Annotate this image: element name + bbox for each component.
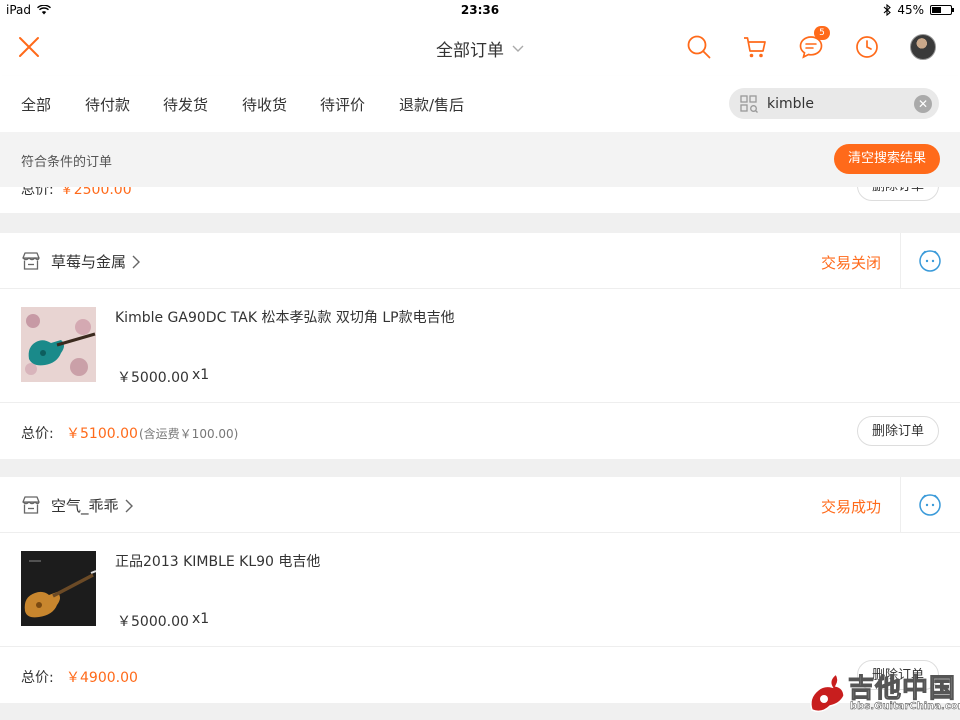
- chat-seller-icon[interactable]: [918, 493, 942, 517]
- tab-pending-shipment[interactable]: 待发货: [163, 94, 208, 115]
- watermark: 吉他中国 bbs.GuitarChina.com: [806, 668, 960, 716]
- tab-all[interactable]: 全部: [21, 94, 51, 115]
- shop-link[interactable]: 草莓与金属: [51, 251, 141, 272]
- tab-pending-receipt[interactable]: 待收货: [242, 94, 287, 115]
- messages-button[interactable]: 5: [794, 26, 830, 62]
- order-status: 交易关闭: [821, 254, 882, 272]
- product-quantity: x1: [192, 611, 210, 627]
- watermark-url: bbs.GuitarChina.com: [850, 701, 960, 712]
- order-card-partial: 总价: ￥2500.00 删除订单: [0, 187, 960, 213]
- nav-bar: 全部订单 5: [0, 20, 960, 76]
- product-quantity: x1: [192, 367, 210, 383]
- search-icon: [687, 35, 711, 59]
- result-label: 符合条件的订单: [21, 155, 113, 170]
- delete-order-button[interactable]: 删除订单: [857, 187, 939, 201]
- product-thumbnail: [21, 307, 96, 382]
- tab-pending-payment[interactable]: 待付款: [85, 94, 130, 115]
- shop-name: 草莓与金属: [51, 253, 127, 271]
- page-title: 全部订单: [436, 41, 504, 61]
- shop-name: 空气_乖乖: [51, 497, 119, 515]
- product-price: ￥5000.00: [117, 614, 189, 630]
- order-status: 交易成功: [821, 498, 882, 516]
- search-result-bar: 符合条件的订单: [0, 132, 960, 187]
- tab-refund-aftersale[interactable]: 退款/售后: [399, 94, 464, 115]
- order-filter-dropdown[interactable]: 全部订单: [436, 36, 524, 61]
- cart-button[interactable]: [738, 32, 772, 62]
- clock: 23:36: [460, 3, 500, 17]
- shop-link[interactable]: 空气_乖乖: [51, 495, 133, 516]
- product-title: Kimble GA90DC TAK 松本孝弘款 双切角 LP款电吉他: [115, 310, 455, 326]
- shipping-fee: (含运费￥100.00): [139, 427, 239, 441]
- chat-seller-icon[interactable]: [918, 249, 942, 273]
- bluetooth-icon: [883, 4, 892, 16]
- search-input[interactable]: kimble: [767, 96, 914, 112]
- chevron-right-icon: [125, 499, 133, 512]
- shop-row: 草莓与金属 交易关闭: [0, 233, 960, 289]
- total-price: ￥2500.00: [59, 187, 132, 198]
- divider: [900, 477, 901, 533]
- message-badge: 5: [814, 26, 830, 40]
- cart-icon: [744, 37, 766, 58]
- battery-icon: [930, 5, 954, 15]
- total-price: ￥5100.00: [66, 426, 138, 442]
- chevron-right-icon: [132, 255, 141, 268]
- product-price: ￥5000.00: [117, 370, 189, 386]
- watermark-name: 吉他中国: [848, 674, 957, 705]
- avatar: [910, 34, 936, 60]
- product-thumbnail: [21, 551, 96, 626]
- total-label: 总价:: [21, 187, 54, 198]
- shop-icon: [22, 496, 40, 514]
- chevron-down-icon: [512, 45, 524, 52]
- order-tabs: 全部 待付款 待发货 待收货 待评价 退款/售后 kimble ✕: [0, 76, 960, 132]
- status-bar: iPad 23:36 45%: [0, 0, 960, 20]
- profile-button[interactable]: [906, 32, 940, 62]
- shop-row: 空气_乖乖 交易成功: [0, 477, 960, 533]
- order-item[interactable]: Kimble GA90DC TAK 松本孝弘款 双切角 LP款电吉他 ￥5000…: [0, 289, 960, 403]
- search-scan-icon: [740, 94, 758, 113]
- guitar-logo-icon: [810, 672, 845, 713]
- battery-percent: 45%: [897, 3, 924, 17]
- product-title: 正品2013 KIMBLE KL90 电吉他: [115, 554, 321, 570]
- total-row: 总价: ￥5100.00 (含运费￥100.00) 删除订单: [0, 403, 960, 459]
- shop-icon: [22, 252, 40, 270]
- clear-search-results-button[interactable]: 清空搜索结果: [834, 144, 940, 174]
- order-card: 草莓与金属 交易关闭 Kimble GA90DC TAK 松本孝弘款 双切角 L…: [0, 233, 960, 459]
- divider: [900, 233, 901, 289]
- total-label: 总价:: [21, 670, 54, 686]
- search-field[interactable]: kimble ✕: [729, 88, 939, 119]
- delete-order-button[interactable]: 删除订单: [857, 416, 939, 446]
- total-price: ￥4900.00: [66, 670, 138, 686]
- clock-icon: [856, 36, 878, 58]
- history-button[interactable]: [850, 32, 884, 62]
- tab-pending-review[interactable]: 待评价: [320, 94, 365, 115]
- total-label: 总价:: [21, 426, 54, 442]
- search-button[interactable]: [682, 32, 716, 62]
- order-item[interactable]: 正品2013 KIMBLE KL90 电吉他 ￥5000.00 x1: [0, 533, 960, 647]
- total-row-partial: 总价: ￥2500.00: [21, 187, 132, 199]
- clear-search-icon[interactable]: ✕: [914, 94, 932, 113]
